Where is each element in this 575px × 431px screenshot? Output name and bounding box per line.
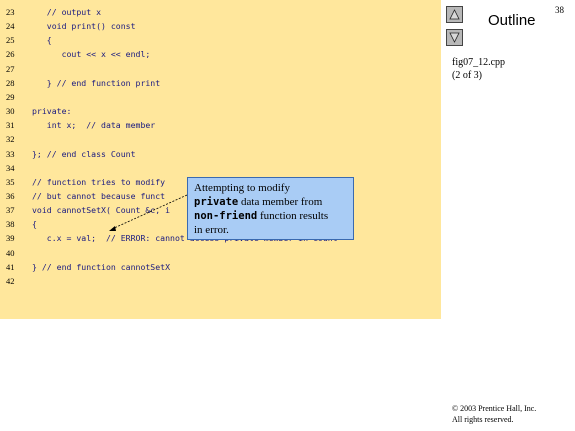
previous-slide-button[interactable] (446, 6, 463, 23)
code-line: 33 }; // end class Count (0, 147, 136, 161)
code-text: } // end function cannotSetX (32, 261, 171, 272)
code-text: { (32, 35, 52, 46)
code-line: 40 (0, 246, 32, 260)
triangle-up-icon (449, 9, 460, 20)
code-line: 34 (0, 161, 32, 175)
code-line: 25 { (0, 33, 52, 47)
code-line: 23 // output x (0, 5, 101, 19)
code-text: void cannotSetX( Count &c, i (32, 205, 171, 216)
code-line: 26 cout << x << endl; (0, 47, 150, 61)
line-number: 41 (6, 261, 15, 272)
code-text: // but cannot because funct (32, 190, 166, 201)
line-number: 25 (6, 35, 15, 46)
copyright-line2: All rights reserved. (452, 415, 514, 424)
triangle-down-icon (449, 32, 460, 43)
code-line: 35 // function tries to modify (0, 175, 165, 189)
callout-text-line3: function results (257, 210, 329, 222)
code-line: 32 (0, 132, 32, 146)
line-number: 23 (6, 7, 15, 17)
line-number: 37 (6, 205, 15, 216)
outline-title: Outline (488, 12, 536, 29)
callout-text-line4: in error. (194, 224, 229, 236)
code-line: 38 { (0, 217, 37, 231)
code-text: // function tries to modify (32, 176, 166, 187)
file-name: fig07_12.cpp (452, 57, 506, 68)
file-part: (2 of 3) (452, 70, 482, 81)
callout-text-line2: data member from (238, 196, 323, 208)
code-line: 37 void cannotSetX( Count &c, i (0, 203, 170, 217)
code-text: private: (32, 106, 72, 117)
line-number: 32 (6, 134, 15, 145)
line-number: 26 (6, 49, 15, 60)
line-number: 42 (6, 275, 15, 286)
code-text: }; // end class Count (32, 148, 136, 159)
callout-non-friend-keyword: non-friend (194, 210, 258, 222)
line-number: 36 (6, 190, 15, 201)
code-line: 24 void print() const (0, 19, 136, 33)
code-line: 42 (0, 274, 32, 288)
code-line: 36 // but cannot because funct (0, 189, 165, 203)
file-info: fig07_12.cpp (2 of 3) (452, 56, 505, 82)
code-text: // output x (32, 7, 102, 17)
line-number: 34 (6, 162, 15, 173)
code-text: } // end function print (32, 77, 161, 88)
line-number: 38 (6, 219, 15, 230)
copyright-line1: © 2003 Prentice Hall, Inc. (452, 404, 537, 413)
line-number: 24 (6, 21, 15, 32)
code-line: 31 int x; // data member (0, 118, 155, 132)
code-text: cout << x << endl; (32, 49, 151, 60)
line-number: 29 (6, 91, 15, 102)
code-line: 30 private: (0, 104, 71, 118)
code-line: 28 } // end function print (0, 76, 160, 90)
code-text: { (32, 219, 37, 230)
copyright: © 2003 Prentice Hall, Inc. All rights re… (452, 403, 536, 425)
error-callout: Attempting to modify private data member… (187, 177, 354, 240)
line-number: 27 (6, 63, 15, 74)
code-panel: 23 // output x 24 void print() const 25 {2… (0, 0, 441, 319)
code-line: 29 (0, 90, 32, 104)
line-number: 33 (6, 148, 15, 159)
code-text: void print() const (32, 21, 136, 32)
next-slide-button[interactable] (446, 29, 463, 46)
line-number: 40 (6, 247, 15, 258)
callout-text-line1: Attempting to modify (194, 182, 290, 194)
code-line: 27 (0, 62, 32, 76)
line-number: 31 (6, 120, 15, 131)
line-number: 30 (6, 106, 15, 117)
page-number: 38 (555, 5, 564, 15)
code-text: int x; // data member (32, 120, 156, 131)
code-line: 41 } // end function cannotSetX (0, 260, 170, 274)
line-number: 39 (6, 233, 15, 244)
line-number: 28 (6, 77, 15, 88)
callout-private-keyword: private (194, 196, 239, 208)
line-number: 35 (6, 176, 15, 187)
